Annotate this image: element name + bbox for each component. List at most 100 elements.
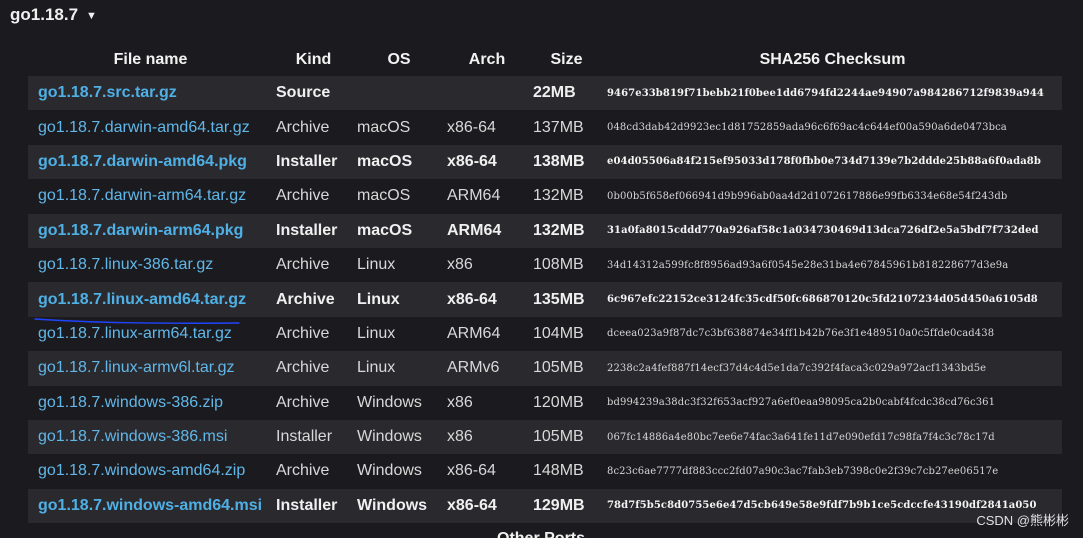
other-ports-heading: Other Ports xyxy=(497,530,585,538)
size-cell: 120MB xyxy=(533,393,584,411)
kind-cell: Archive xyxy=(276,359,330,377)
size-cell: 22MB xyxy=(533,84,576,102)
arch-cell: ARM64 xyxy=(447,221,502,239)
download-link[interactable]: go1.18.7.darwin-arm64.pkg xyxy=(38,222,243,239)
size-cell: 138MB xyxy=(533,152,585,170)
kind-cell: Archive xyxy=(276,256,330,274)
checksum-cell: 048cd3dab42d9923ec1d81752859ada96c6f69ac… xyxy=(607,122,1007,134)
table-row: go1.18.7.windows-amd64.msi Installer Win… xyxy=(28,488,1062,524)
kind-cell: Installer xyxy=(276,428,333,446)
file-name-cell: go1.18.7.windows-amd64.zip xyxy=(28,454,273,488)
download-link[interactable]: go1.18.7.darwin-amd64.tar.gz xyxy=(38,119,250,136)
table-row: go1.18.7.darwin-arm64.tar.gz Archive mac… xyxy=(28,179,1062,213)
kind-cell: Archive xyxy=(276,324,330,342)
file-name-cell: go1.18.7.windows-386.msi xyxy=(28,420,273,454)
table-row: go1.18.7.windows-386.zip Archive Windows… xyxy=(28,386,1062,420)
table-row: go1.18.7.darwin-arm64.pkg Installer macO… xyxy=(28,213,1062,248)
go-download-page: go1.18.7 ▼ File name Kind OS Arch Size S xyxy=(0,0,1083,538)
file-name-cell: go1.18.7.linux-amd64.tar.gz xyxy=(28,282,273,316)
os-cell: Windows xyxy=(357,393,422,411)
os-cell: macOS xyxy=(357,118,411,136)
arch-cell: x86 xyxy=(447,393,473,411)
file-name-cell: go1.18.7.darwin-amd64.tar.gz xyxy=(28,110,273,144)
os-cell xyxy=(354,76,444,110)
csdn-watermark: CSDN @熊彬彬 xyxy=(976,513,1069,528)
download-link[interactable]: go1.18.7.windows-386.zip xyxy=(38,394,223,411)
arch-cell: x86 xyxy=(447,256,473,274)
arch-cell: ARMv6 xyxy=(447,359,500,377)
size-cell: 132MB xyxy=(533,187,584,205)
arch-cell: x86-64 xyxy=(447,152,497,170)
kind-cell: Archive xyxy=(276,290,335,308)
os-cell: Linux xyxy=(357,359,396,377)
table-row: go1.18.7.linux-386.tar.gz Archive Linux … xyxy=(28,248,1062,282)
table-row: go1.18.7.windows-amd64.zip Archive Windo… xyxy=(28,454,1062,488)
os-cell: Linux xyxy=(357,256,396,274)
arch-cell: x86 xyxy=(447,428,473,446)
download-link[interactable]: go1.18.7.linux-amd64.tar.gz xyxy=(38,291,246,308)
checksum-cell: bd994239a38dc3f32f653acf927a6ef0eaa98095… xyxy=(607,397,996,409)
checksum-cell: 2238c2a4fef887f14ecf37d4c4d5e1da7c392f4f… xyxy=(607,362,987,374)
size-cell: 105MB xyxy=(533,359,584,377)
header-checksum: SHA256 Checksum xyxy=(759,51,906,68)
size-cell: 129MB xyxy=(533,496,585,514)
os-cell: Linux xyxy=(357,290,400,308)
checksum-cell: 9467e33b819f71bebb21f0bee1dd6794fd2244ae… xyxy=(607,87,1044,99)
header-arch: Arch xyxy=(468,51,506,68)
os-cell: macOS xyxy=(357,187,411,205)
downloads-table-container: File name Kind OS Arch Size SHA256 Check… xyxy=(28,44,1062,524)
os-cell: Linux xyxy=(357,324,396,342)
download-link[interactable]: go1.18.7.darwin-arm64.tar.gz xyxy=(38,187,246,204)
size-cell: 132MB xyxy=(533,221,585,239)
table-header: File name Kind OS Arch Size SHA256 Check… xyxy=(28,44,1062,76)
os-cell: macOS xyxy=(357,152,413,170)
os-cell: macOS xyxy=(357,221,413,239)
table-row: go1.18.7.darwin-amd64.pkg Installer macO… xyxy=(28,144,1062,180)
kind-cell: Source xyxy=(276,84,331,102)
download-link[interactable]: go1.18.7.linux-386.tar.gz xyxy=(38,256,213,273)
chevron-down-icon[interactable]: ▼ xyxy=(86,10,97,22)
kind-cell: Archive xyxy=(276,187,330,205)
os-cell: Windows xyxy=(357,428,422,446)
download-rows: go1.18.7.src.tar.gz Source 22MB 9467e33b… xyxy=(28,76,1062,524)
release-header[interactable]: go1.18.7 ▼ xyxy=(10,4,97,26)
file-name-cell: go1.18.7.darwin-arm64.tar.gz xyxy=(28,179,273,213)
size-cell: 108MB xyxy=(533,256,584,274)
header-size: Size xyxy=(550,51,583,68)
file-name-cell: go1.18.7.windows-amd64.msi xyxy=(28,489,273,523)
download-link[interactable]: go1.18.7.darwin-amd64.pkg xyxy=(38,153,247,170)
header-row: File name Kind OS Arch Size SHA256 Check… xyxy=(28,44,1062,76)
header-os: OS xyxy=(387,51,411,68)
download-link[interactable]: go1.18.7.windows-386.msi xyxy=(38,428,227,445)
checksum-cell: dceea023a9f87dc7c3bf638874e34ff1b42b76e3… xyxy=(607,328,995,340)
kind-cell: Archive xyxy=(276,118,330,136)
checksum-cell: 8c23c6ae7777df883ccc2fd07a90c3ac7fab3eb7… xyxy=(607,465,999,477)
size-cell: 135MB xyxy=(533,290,585,308)
arch-cell: x86-64 xyxy=(447,118,496,136)
table-row: go1.18.7.src.tar.gz Source 22MB 9467e33b… xyxy=(28,76,1062,111)
arch-cell: ARM64 xyxy=(447,324,501,342)
checksum-cell: 067fc14886a4e80bc7ee6e74fac3a641fe11d7e0… xyxy=(607,431,995,443)
download-link[interactable]: go1.18.7.src.tar.gz xyxy=(38,84,177,101)
checksum-cell: 31a0fa8015cddd770a926af58c1a034730469d13… xyxy=(607,225,1039,237)
download-link[interactable]: go1.18.7.linux-armv6l.tar.gz xyxy=(38,359,235,376)
download-link[interactable]: go1.18.7.linux-arm64.tar.gz xyxy=(38,325,232,342)
file-name-cell: go1.18.7.linux-386.tar.gz xyxy=(28,248,273,282)
table-row: go1.18.7.linux-armv6l.tar.gz Archive Lin… xyxy=(28,351,1062,386)
checksum-cell: 6c967efc22152ce3124fc35cdf50fc686870120c… xyxy=(607,294,1038,306)
arch-cell: ARM64 xyxy=(447,187,501,205)
arch-cell: x86-64 xyxy=(447,462,496,480)
kind-cell: Archive xyxy=(276,462,330,480)
kind-cell: Archive xyxy=(276,393,330,411)
download-link[interactable]: go1.18.7.windows-amd64.msi xyxy=(38,497,262,514)
size-cell: 137MB xyxy=(533,118,584,136)
kind-cell: Installer xyxy=(276,152,338,170)
release-version: go1.18.7 xyxy=(10,5,79,24)
download-link[interactable]: go1.18.7.windows-amd64.zip xyxy=(38,462,245,479)
header-kind: Kind xyxy=(295,51,332,68)
size-cell: 148MB xyxy=(533,462,584,480)
arch-cell: x86-64 xyxy=(447,496,497,514)
file-name-cell: go1.18.7.linux-armv6l.tar.gz xyxy=(28,351,273,385)
table-row: go1.18.7.darwin-amd64.tar.gz Archive mac… xyxy=(28,110,1062,144)
kind-cell: Installer xyxy=(276,496,338,514)
